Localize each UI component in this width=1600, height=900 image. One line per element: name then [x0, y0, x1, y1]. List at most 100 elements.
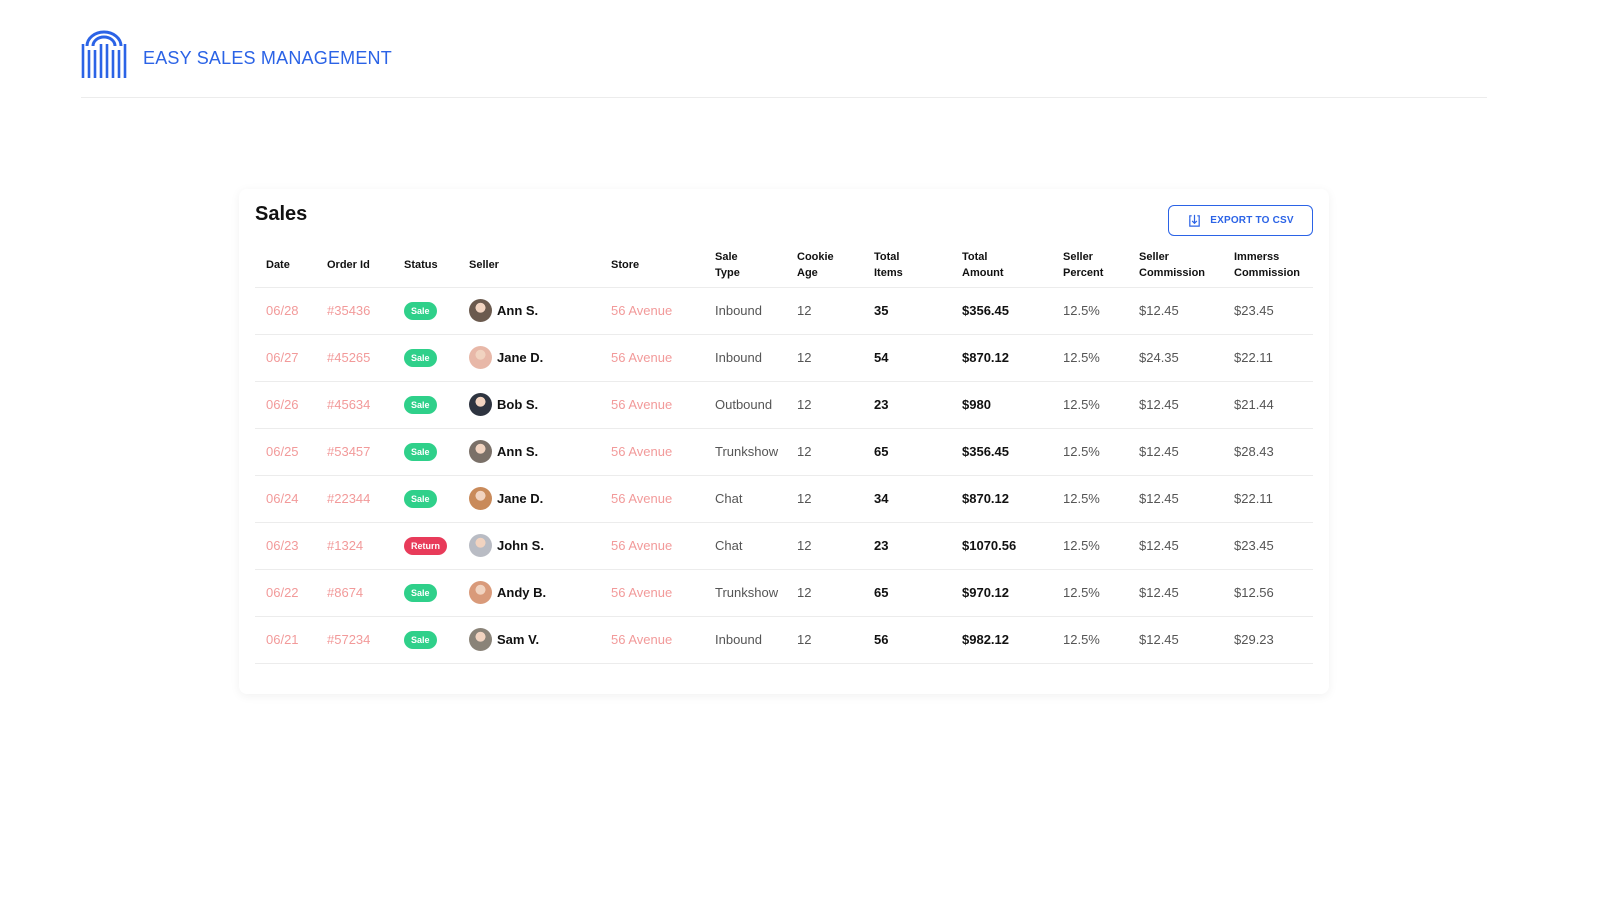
total-items-cell: 34 [863, 474, 951, 522]
store-cell: 56 Avenue [600, 286, 704, 334]
table-row[interactable]: 06/22 #8674 Sale Andy B. 56 Avenue Trunkshow 1… [255, 568, 1313, 616]
total-amount-cell: $982.12 [951, 615, 1052, 664]
table-row[interactable]: 06/25 #53457 Sale Ann S. 56 Avenue Trunkshow 1… [255, 427, 1313, 475]
column-header-label: Immerss [1234, 250, 1280, 263]
column-header-date[interactable]: Date [255, 243, 316, 287]
seller-name: Jane D. [497, 350, 544, 365]
column-header-label: Type [715, 266, 740, 279]
column-header-seller[interactable]: Seller [458, 243, 600, 287]
app-header: EASY SALES MANAGEMENT [81, 30, 1487, 98]
table-row[interactable]: 06/28 #35436 Sale Ann S. 56 Avenue Inbound 12 3… [255, 286, 1313, 334]
status-cell: Sale [393, 474, 458, 522]
status-cell: Sale [393, 380, 458, 428]
column-header-sale-type[interactable]: Sale Type [704, 243, 786, 287]
column-header-label: Cookie [797, 250, 834, 263]
total-items-cell: 65 [863, 427, 951, 475]
sale-type-cell: Inbound [704, 333, 786, 381]
total-amount-cell: $870.12 [951, 333, 1052, 381]
seller-cell: Bob S. [458, 380, 600, 428]
status-badge: Sale [404, 583, 437, 602]
seller-info[interactable]: Andy B. [469, 581, 600, 604]
order-id-cell: #53457 [316, 427, 393, 475]
avatar [469, 346, 492, 369]
column-header-store[interactable]: Store [600, 243, 704, 287]
total-items-cell: 23 [863, 380, 951, 428]
seller-info[interactable]: John S. [469, 534, 600, 557]
store-cell: 56 Avenue [600, 474, 704, 522]
sales-table: Date Order Id Status Seller Store Sale Type Coo… [255, 243, 1313, 664]
column-header-status[interactable]: Status [393, 243, 458, 287]
column-header-seller-commission[interactable]: Seller Commission [1128, 243, 1223, 287]
table-row[interactable]: 06/24 #22344 Sale Jane D. 56 Avenue Chat 12 34 $… [255, 474, 1313, 522]
status-badge: Sale [404, 442, 437, 461]
seller-percent-cell: 12.5% [1052, 286, 1128, 334]
seller-info[interactable]: Jane D. [469, 487, 600, 510]
avatar [469, 628, 492, 651]
column-header-order-id[interactable]: Order Id [316, 243, 393, 287]
store-cell: 56 Avenue [600, 427, 704, 475]
sale-type-cell: Outbound [704, 380, 786, 428]
column-header-cookie-age[interactable]: Cookie Age [786, 243, 863, 287]
total-amount-cell: $356.45 [951, 427, 1052, 475]
column-header-label: Seller [1063, 250, 1093, 263]
seller-cell: Andy B. [458, 568, 600, 616]
table-header-row: Date Order Id Status Seller Store Sale Type Coo… [255, 243, 1313, 287]
seller-info[interactable]: Ann S. [469, 440, 600, 463]
date-cell: 06/27 [255, 333, 316, 381]
seller-name: Ann S. [497, 444, 539, 459]
sale-type-cell: Inbound [704, 615, 786, 664]
seller-name: Bob S. [497, 397, 539, 412]
seller-commission-cell: $12.45 [1128, 380, 1223, 428]
immerss-commission-cell: $28.43 [1223, 427, 1313, 475]
seller-cell: John S. [458, 521, 600, 569]
cookie-age-cell: 12 [786, 615, 863, 664]
cookie-age-cell: 12 [786, 333, 863, 381]
table-row[interactable]: 06/27 #45265 Sale Jane D. 56 Avenue Inbound 12… [255, 333, 1313, 381]
column-header-seller-percent[interactable]: Seller Percent [1052, 243, 1128, 287]
seller-cell: Jane D. [458, 333, 600, 381]
sales-title: Sales [255, 203, 308, 225]
seller-info[interactable]: Ann S. [469, 299, 600, 322]
order-id-cell: #1324 [316, 521, 393, 569]
sale-type-cell: Chat [704, 521, 786, 569]
barcode-arch-logo-icon[interactable] [81, 30, 127, 80]
cookie-age-cell: 12 [786, 521, 863, 569]
export-label: EXPORT TO CSV [1210, 215, 1294, 226]
seller-percent-cell: 12.5% [1052, 427, 1128, 475]
order-id-cell: #22344 [316, 474, 393, 522]
sale-type-cell: Trunkshow [704, 427, 786, 475]
store-cell: 56 Avenue [600, 568, 704, 616]
table-row[interactable]: 06/26 #45634 Sale Bob S. 56 Avenue Outbound 12… [255, 380, 1313, 428]
seller-info[interactable]: Jane D. [469, 346, 600, 369]
column-header-total-amount[interactable]: Total Amount [951, 243, 1052, 287]
column-header-label: Date [266, 258, 290, 271]
seller-percent-cell: 12.5% [1052, 380, 1128, 428]
column-header-label: Items [874, 266, 903, 279]
seller-percent-cell: 12.5% [1052, 521, 1128, 569]
status-cell: Sale [393, 427, 458, 475]
avatar [469, 534, 492, 557]
status-badge: Return [404, 536, 447, 555]
seller-info[interactable]: Bob S. [469, 393, 600, 416]
column-header-label: Amount [962, 266, 1004, 279]
column-header-total-items[interactable]: Total Items [863, 243, 951, 287]
column-header-immerss-commission[interactable]: Immerss Commission [1223, 243, 1313, 287]
column-header-label: Commission [1139, 266, 1206, 279]
table-row[interactable]: 06/21 #57234 Sale Sam V. 56 Avenue Inbound 12 5… [255, 615, 1313, 664]
download-file-icon [1189, 214, 1201, 227]
table-row[interactable]: 06/23 #1324 Return John S. 56 Avenue Chat 12 23… [255, 521, 1313, 569]
column-header-label: Status [404, 258, 438, 271]
immerss-commission-cell: $22.11 [1223, 474, 1313, 522]
avatar [469, 440, 492, 463]
date-cell: 06/24 [255, 474, 316, 522]
cookie-age-cell: 12 [786, 286, 863, 334]
order-id-cell: #8674 [316, 568, 393, 616]
export-csv-button[interactable]: EXPORT TO CSV [1168, 205, 1313, 236]
seller-commission-cell: $12.45 [1128, 568, 1223, 616]
seller-info[interactable]: Sam V. [469, 628, 600, 651]
brand-name[interactable]: EASY SALES MANAGEMENT [143, 48, 392, 69]
column-header-label: Total [874, 250, 900, 263]
seller-cell: Ann S. [458, 286, 600, 334]
date-cell: 06/22 [255, 568, 316, 616]
immerss-commission-cell: $23.45 [1223, 286, 1313, 334]
